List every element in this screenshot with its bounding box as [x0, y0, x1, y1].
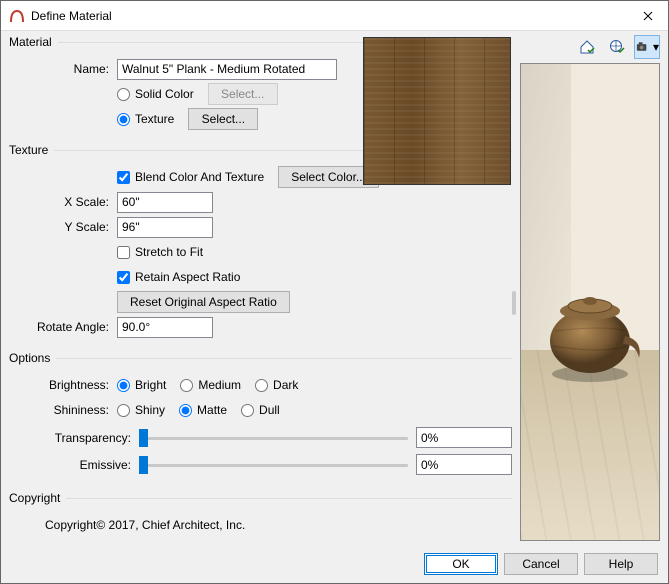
- emissive-slider[interactable]: [139, 455, 408, 475]
- options-legend: Options: [9, 351, 56, 365]
- xscale-input[interactable]: [117, 192, 213, 213]
- material-legend: Material: [9, 35, 58, 49]
- splitter-handle[interactable]: [512, 291, 516, 315]
- brightness-medium-radio[interactable]: Medium: [180, 378, 241, 392]
- chevron-down-icon: ▾: [653, 40, 659, 54]
- shininess-dull-radio[interactable]: Dull: [241, 403, 280, 417]
- name-label: Name:: [9, 62, 117, 76]
- texture-legend: Texture: [9, 143, 54, 157]
- cancel-button[interactable]: Cancel: [504, 553, 578, 575]
- reset-aspect-button[interactable]: Reset Original Aspect Ratio: [117, 291, 290, 313]
- house-check-icon[interactable]: [574, 35, 600, 59]
- app-logo-icon: [9, 8, 25, 24]
- brightness-dark-radio[interactable]: Dark: [255, 378, 298, 392]
- texture-swatch: [363, 37, 511, 185]
- stretch-checkbox[interactable]: Stretch to Fit: [117, 245, 203, 259]
- solid-color-radio[interactable]: Solid Color: [117, 87, 194, 101]
- shininess-label: Shininess:: [9, 403, 117, 417]
- xscale-label: X Scale:: [9, 195, 117, 209]
- titlebar: Define Material: [1, 1, 668, 31]
- texture-select-button[interactable]: Select...: [188, 108, 258, 130]
- retain-aspect-checkbox[interactable]: Retain Aspect Ratio: [117, 270, 240, 284]
- blend-checkbox[interactable]: Blend Color And Texture: [117, 170, 264, 184]
- brightness-bright-radio[interactable]: Bright: [117, 378, 166, 392]
- teapot-preview-icon: [535, 276, 645, 386]
- shininess-shiny-radio[interactable]: Shiny: [117, 403, 165, 417]
- texture-radio[interactable]: Texture: [117, 112, 174, 126]
- yscale-input[interactable]: [117, 217, 213, 238]
- close-button[interactable]: [628, 1, 668, 31]
- preview-toolbar: ▾: [520, 35, 660, 59]
- globe-check-icon[interactable]: [604, 35, 630, 59]
- transparency-slider[interactable]: [139, 428, 408, 448]
- rotate-input[interactable]: [117, 317, 213, 338]
- preview-pane: [520, 63, 660, 541]
- ok-button[interactable]: OK: [424, 553, 498, 575]
- options-group: Options Brightness: Bright Medium Dark S…: [9, 351, 512, 489]
- copyright-text: Copyright© 2017, Chief Architect, Inc.: [45, 518, 245, 532]
- dialog-footer: OK Cancel Help: [1, 545, 668, 583]
- transparency-input[interactable]: [416, 427, 512, 448]
- help-button[interactable]: Help: [584, 553, 658, 575]
- rotate-label: Rotate Angle:: [9, 320, 117, 334]
- shininess-matte-radio[interactable]: Matte: [179, 403, 227, 417]
- emissive-label: Emissive:: [9, 458, 139, 472]
- yscale-label: Y Scale:: [9, 220, 117, 234]
- solid-select-button: Select...: [208, 83, 278, 105]
- emissive-input[interactable]: [416, 454, 512, 475]
- window-title: Define Material: [31, 9, 628, 23]
- brightness-label: Brightness:: [9, 378, 117, 392]
- transparency-label: Transparency:: [9, 431, 139, 445]
- camera-dropdown-icon[interactable]: ▾: [634, 35, 660, 59]
- name-input[interactable]: [117, 59, 337, 80]
- copyright-legend: Copyright: [9, 491, 66, 505]
- copyright-group: Copyright Copyright© 2017, Chief Archite…: [9, 491, 512, 547]
